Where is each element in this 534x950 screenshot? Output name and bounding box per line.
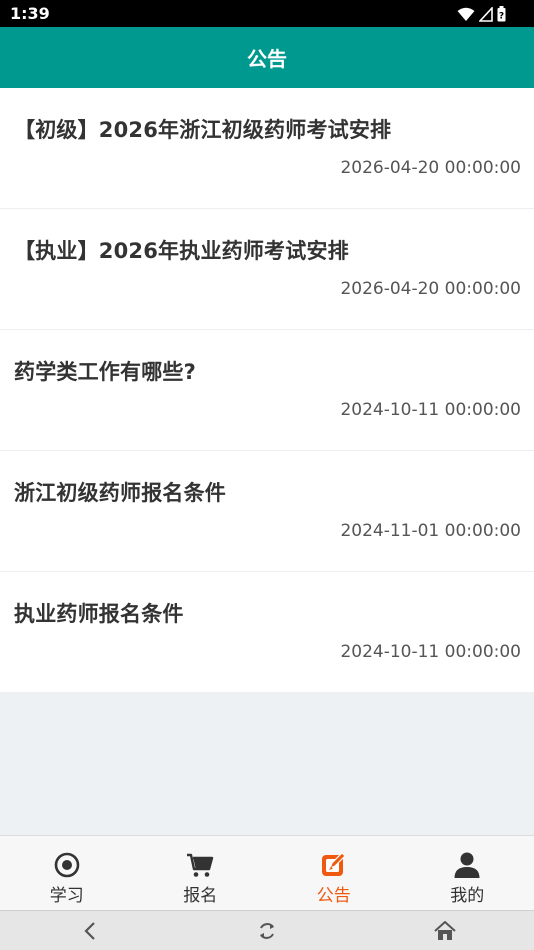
wifi-icon — [457, 7, 475, 22]
tab-register[interactable]: 报名 — [134, 836, 268, 910]
notice-item[interactable]: 浙江初级药师报名条件 2024-11-01 00:00:00 — [0, 451, 534, 572]
status-time: 1:39 — [10, 4, 50, 23]
notice-title: 【执业】2026年执业药师考试安排 — [14, 239, 349, 263]
tab-study[interactable]: 学习 — [0, 836, 134, 910]
notice-item[interactable]: 【初级】2026年浙江初级药师考试安排 2026-04-20 00:00:00 — [0, 88, 534, 209]
rotate-icon[interactable] — [255, 919, 279, 943]
notice-date: 2024-11-01 00:00:00 — [340, 521, 521, 541]
app-header: 公告 — [0, 27, 534, 88]
back-icon[interactable] — [78, 919, 102, 943]
tab-label: 学习 — [49, 886, 84, 906]
status-icons: ? — [457, 5, 506, 23]
notice-item[interactable]: 【执业】2026年执业药师考试安排 2026-04-20 00:00:00 — [0, 209, 534, 330]
status-bar: 1:39 ? — [0, 0, 534, 27]
signal-icon — [479, 6, 493, 22]
battery-icon: ? — [497, 6, 506, 22]
svg-text:?: ? — [499, 12, 504, 22]
page-title: 公告 — [247, 47, 287, 71]
notice-title: 浙江初级药师报名条件 — [14, 481, 226, 505]
notice-title: 执业药师报名条件 — [14, 602, 184, 626]
bottom-tab-bar: 学习 报名 公告 我的 — [0, 835, 534, 910]
tab-mine[interactable]: 我的 — [401, 836, 534, 910]
notice-list: 【初级】2026年浙江初级药师考试安排 2026-04-20 00:00:00 … — [0, 88, 534, 692]
notice-title: 【初级】2026年浙江初级药师考试安排 — [14, 118, 392, 142]
notice-date: 2026-04-20 00:00:00 — [340, 158, 521, 178]
target-icon — [52, 851, 82, 879]
notice-date: 2024-10-11 00:00:00 — [340, 400, 521, 420]
notice-title: 药学类工作有哪些? — [14, 360, 196, 384]
user-icon — [452, 851, 482, 879]
tab-label: 我的 — [450, 886, 485, 906]
notice-item[interactable]: 药学类工作有哪些? 2024-10-11 00:00:00 — [0, 330, 534, 451]
cart-icon — [185, 851, 215, 879]
home-icon[interactable] — [433, 919, 457, 943]
tab-notice[interactable]: 公告 — [267, 836, 401, 910]
notice-item[interactable]: 执业药师报名条件 2024-10-11 00:00:00 — [0, 572, 534, 692]
tab-label: 报名 — [183, 886, 218, 906]
system-nav-bar — [0, 910, 534, 950]
edit-note-icon — [319, 851, 349, 879]
tab-label: 公告 — [316, 886, 351, 906]
notice-date: 2026-04-20 00:00:00 — [340, 279, 521, 299]
notice-date: 2024-10-11 00:00:00 — [340, 642, 521, 662]
